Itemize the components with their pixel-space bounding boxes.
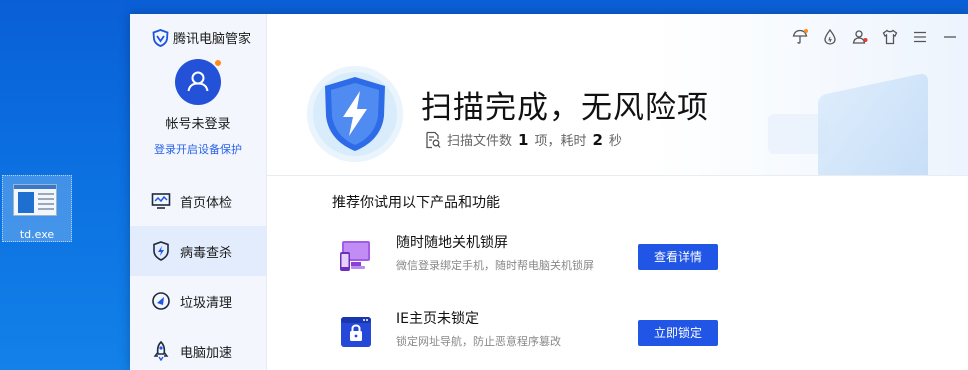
file-search-icon <box>426 131 441 148</box>
scan-shield-illustration <box>305 64 405 164</box>
monitor-icon <box>151 191 171 211</box>
stats-mid: 项，耗时 <box>534 134 587 149</box>
scan-seconds: 2 <box>592 130 603 149</box>
sidebar-item-speedup[interactable]: 电脑加速 <box>130 326 267 370</box>
account-status: 帐号未登录 <box>165 117 231 132</box>
tencent-shield-logo-icon <box>152 28 169 47</box>
recommend-item-ie-homepage: IE主页未锁定 锁定网址导航，防止恶意程序篡改 立即锁定 <box>338 308 738 356</box>
scan-result-header: 扫描完成，无风险项 扫描文件数 1 项，耗时 2 秒 完成 <box>267 14 968 176</box>
recommend-desc: 锁定网址导航，防止恶意程序篡改 <box>396 335 561 348</box>
rocket-icon <box>151 341 171 361</box>
stats-prefix: 扫描文件数 <box>447 134 513 149</box>
sidebar-nav: 首页体检 病毒查杀 垃圾清理 电脑加速 <box>130 176 267 370</box>
brand-name: 腾讯电脑管家 <box>173 32 252 47</box>
exe-file-icon <box>13 184 57 216</box>
sidebar-item-junk-clean[interactable]: 垃圾清理 <box>130 276 267 326</box>
sidebar-item-label: 首页体检 <box>180 195 233 211</box>
recommend-name: IE主页未锁定 <box>396 311 479 327</box>
sidebar-item-label: 电脑加速 <box>180 345 233 361</box>
window-toolbar <box>791 28 958 45</box>
recommend-title: 推荐你试用以下产品和功能 <box>332 195 500 211</box>
lock-window-icon <box>338 314 374 350</box>
water-drop-icon[interactable] <box>821 28 838 45</box>
recommend-desc: 微信登录绑定手机，随时帮电脑关机锁屏 <box>396 259 594 272</box>
sidebar: 腾讯电脑管家 帐号未登录 登录开启设备保护 首页体检 病毒查杀 垃圾清理 电脑加… <box>130 14 267 370</box>
scan-result-title: 扫描完成，无风险项 <box>421 90 709 126</box>
lock-now-button[interactable]: 立即锁定 <box>638 320 718 346</box>
sidebar-item-label: 垃圾清理 <box>180 295 233 311</box>
recommend-item-remote-shutdown: 随时随地关机锁屏 微信登录绑定手机，随时帮电脑关机锁屏 查看详情 <box>338 232 738 280</box>
brand: 腾讯电脑管家 <box>152 28 251 47</box>
broom-icon <box>151 291 171 311</box>
stats-suffix: 秒 <box>608 134 622 149</box>
decor-shape <box>818 72 928 175</box>
shirt-icon[interactable] <box>881 28 898 45</box>
umbrella-icon[interactable] <box>791 28 808 45</box>
notification-dot <box>214 59 222 67</box>
desktop-file-icon[interactable]: td.exe <box>2 175 72 242</box>
scan-stats: 扫描文件数 1 项，耗时 2 秒 <box>425 130 622 149</box>
desktop-file-label: td.exe <box>19 228 55 241</box>
sidebar-item-label: 病毒查杀 <box>180 245 233 261</box>
file-count: 1 <box>518 130 529 149</box>
avatar[interactable] <box>175 59 222 105</box>
menu-icon[interactable] <box>911 28 928 45</box>
login-link[interactable]: 登录开启设备保护 <box>130 141 266 157</box>
monitor-phone-icon <box>338 238 374 274</box>
pc-manager-window: 腾讯电脑管家 帐号未登录 登录开启设备保护 首页体检 病毒查杀 垃圾清理 电脑加… <box>130 14 968 370</box>
user-alert-icon[interactable] <box>851 28 868 45</box>
sidebar-item-virus-scan[interactable]: 病毒查杀 <box>130 226 267 276</box>
user-icon <box>187 71 209 92</box>
shield-bolt-icon <box>151 241 171 261</box>
recommend-name: 随时随地关机锁屏 <box>396 235 508 251</box>
view-details-button[interactable]: 查看详情 <box>638 244 718 270</box>
sidebar-item-home-checkup[interactable]: 首页体检 <box>130 176 267 226</box>
minimize-icon[interactable] <box>941 28 958 45</box>
